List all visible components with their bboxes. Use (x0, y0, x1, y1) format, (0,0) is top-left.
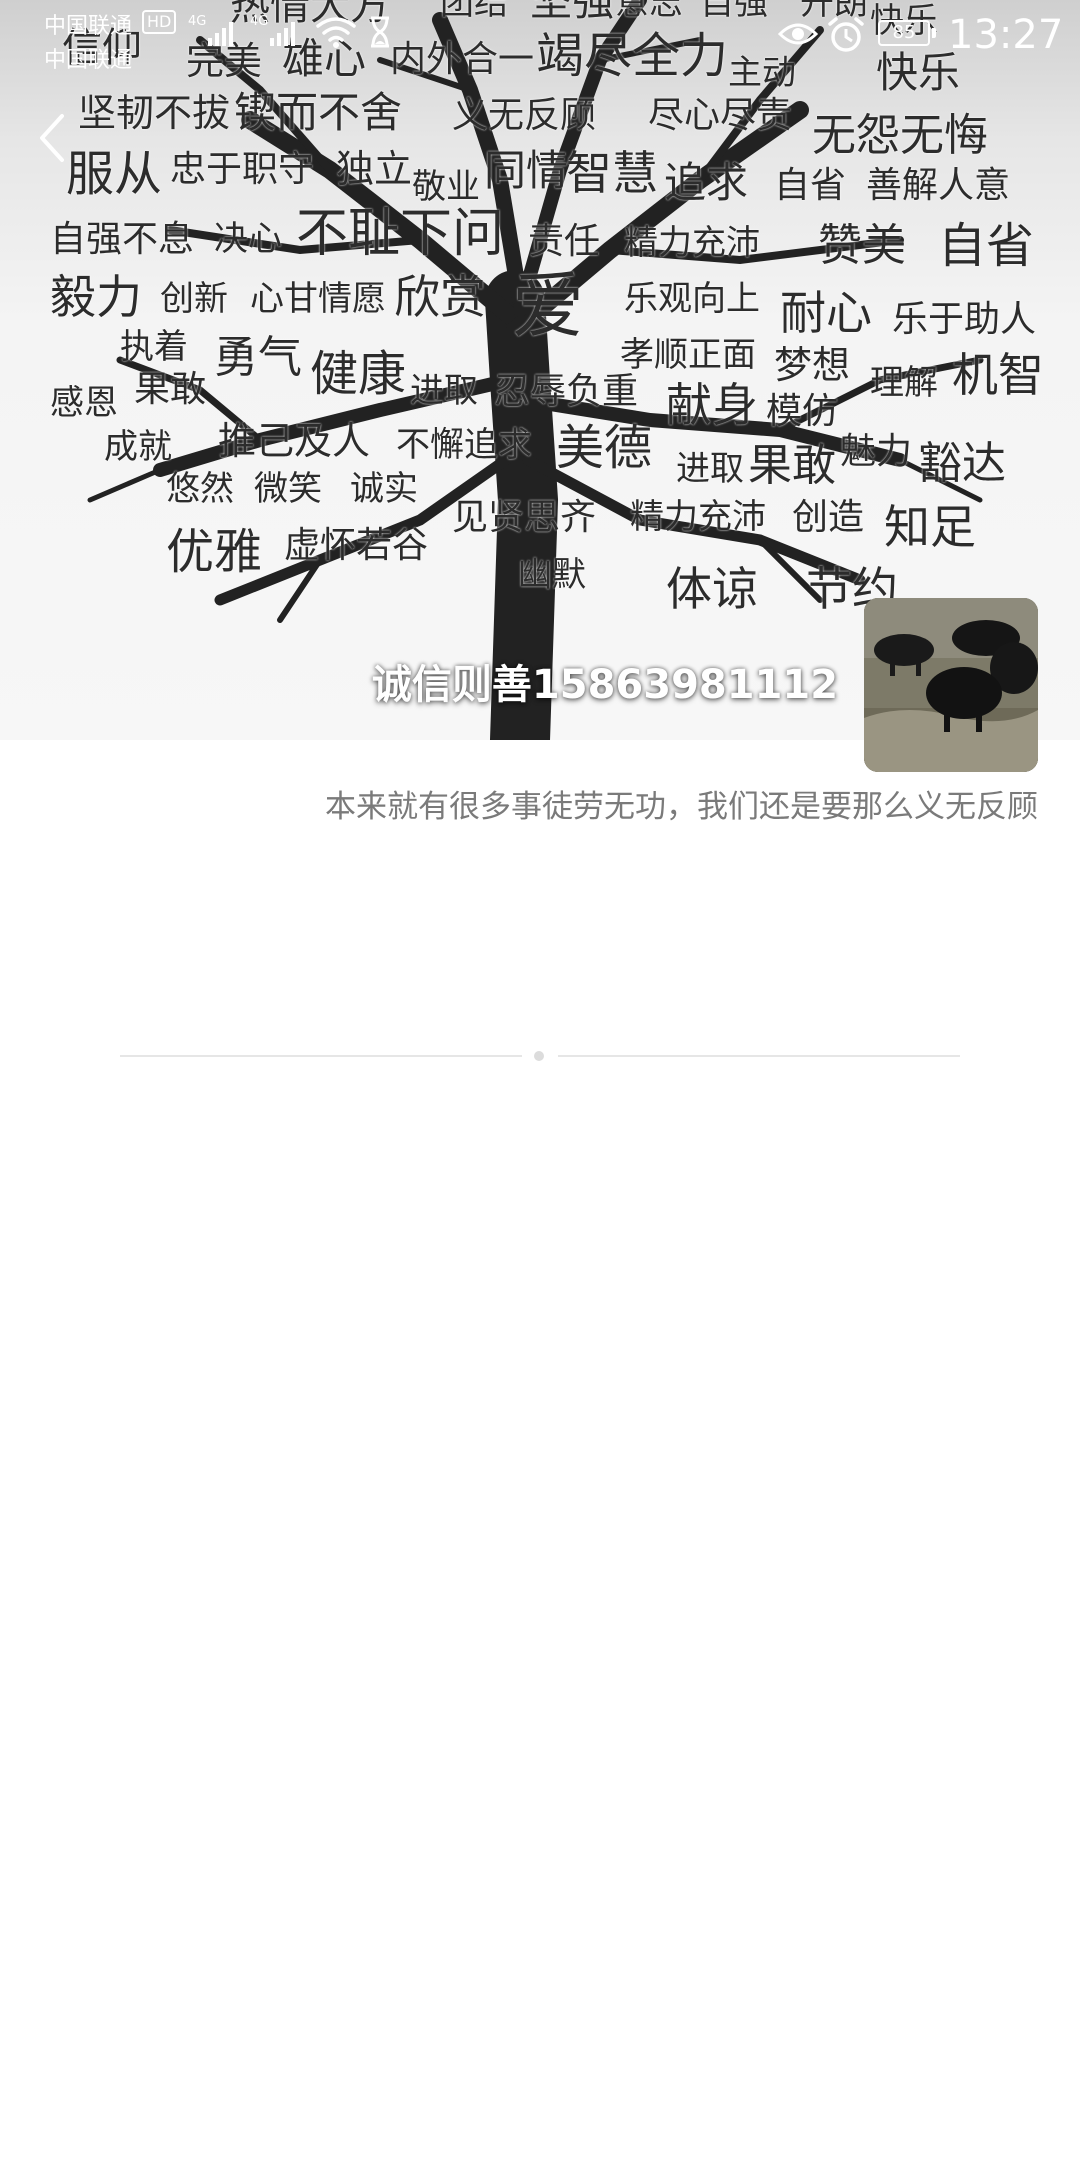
cover-word: 推己及人 (218, 419, 371, 463)
cover-word: 诚实 (350, 469, 418, 509)
cover-word: 毅力 (50, 270, 142, 324)
cover-word: 体谅 (666, 562, 758, 616)
cover-word: 乐于助人 (892, 299, 1037, 340)
cover-word: 尽心尽责 (648, 95, 793, 136)
cover-word: 微笑 (254, 469, 322, 509)
cover-word: 果敢 (134, 369, 207, 410)
cover-word: 感恩 (50, 383, 118, 423)
cover-word: 服从 (66, 146, 163, 202)
divider-line-left (120, 1055, 522, 1057)
cover-word: 敬业 (412, 167, 480, 207)
cover-word: 乐观向上 (624, 279, 760, 319)
hourglass-icon (371, 16, 389, 48)
cover-word: 同情 (484, 146, 569, 195)
cover-word: 魅力 (840, 431, 913, 472)
cover-word: 机智 (952, 348, 1044, 402)
alarm-icon (828, 17, 864, 52)
cover-word: 梦想 (774, 343, 851, 387)
cover-word: 创新 (160, 279, 228, 319)
status-time: 13:27 (948, 12, 1064, 58)
battery-level: 85 (892, 22, 916, 43)
cover-word: 心甘情愿 (250, 279, 386, 319)
cover-word: 善解人意 (866, 165, 1011, 206)
divider-dot (534, 1051, 544, 1061)
signal-icon (208, 20, 233, 46)
carrier-label-2: 中国联通 (44, 48, 133, 73)
cover-word: 责任 (528, 221, 601, 262)
wifi-icon (316, 17, 356, 48)
network-type-1: 4G (188, 14, 207, 29)
status-bar: 中国联通 HD 4G 中国联通 4G 85 13:27 (0, 0, 1080, 80)
cover-word: 模仿 (766, 391, 839, 432)
carrier-label-1: 中国联通 (44, 14, 133, 39)
cover-word: 理解 (870, 363, 938, 403)
cover-word: 知足 (884, 500, 976, 554)
cover-word: 进取 (410, 371, 478, 411)
cover-word: 忠于职守 (170, 149, 315, 190)
cover-word: 赞美 (818, 220, 906, 271)
cover-word: 忍辱负重 (494, 371, 639, 412)
cover-word: 锲而不舍 (234, 88, 403, 137)
cover-word: 幽默 (518, 555, 586, 595)
cover-word: 智慧 (566, 146, 658, 200)
divider-line-right (558, 1055, 960, 1057)
cover-word: 见贤思齐 (452, 497, 597, 538)
cover-word: 追求 (664, 158, 749, 207)
cover-word: 精力充沛 (624, 223, 760, 263)
cover-word: 健康 (310, 346, 407, 402)
cover-word: 成就 (104, 427, 172, 467)
signal-icon-2 (270, 20, 295, 46)
cover-word: 创造 (792, 497, 865, 538)
cover-word: 优雅 (166, 524, 263, 580)
cover-word: 爱 (512, 264, 585, 348)
cover-word: 欣赏 (394, 270, 486, 324)
cover-word: 自省 (774, 165, 847, 206)
cover-word: 精力充沛 (630, 497, 766, 537)
cover-word: 执着 (120, 327, 188, 367)
network-type-2: 4G (250, 14, 269, 29)
cover-word: 虚怀若谷 (284, 525, 429, 566)
cover-word: 果敢 (748, 440, 836, 491)
cover-word: 孝顺正面 (620, 335, 756, 375)
avatar[interactable] (864, 598, 1038, 772)
chevron-left-icon (40, 114, 64, 162)
cover-word: 无怨无悔 (812, 110, 988, 161)
cover-word: 决心 (214, 219, 282, 259)
profile-signature: 本来就有很多事徒劳无功，我们还是要那么义无反顾 (325, 789, 1038, 825)
cover-word: 悠然 (166, 469, 234, 509)
cover-word: 豁达 (918, 438, 1006, 489)
cover-word: 勇气 (214, 332, 302, 383)
cover-word: 独立 (336, 147, 413, 191)
cover-word: 美德 (556, 420, 653, 476)
battery-icon: 85 (878, 20, 930, 46)
section-divider (120, 1051, 960, 1061)
eye-comfort-icon (778, 23, 818, 45)
hd-badge: HD (142, 10, 177, 34)
back-button[interactable] (30, 108, 76, 168)
cover-word: 献身 (666, 378, 758, 432)
cover-word: 耐心 (780, 286, 872, 340)
cover-word: 坚韧不拔 (78, 91, 231, 135)
cover-word: 自省 (938, 218, 1035, 274)
battery-tip (932, 28, 936, 38)
cover-word: 进取 (676, 449, 744, 489)
cover-word: 自强不息 (50, 219, 195, 260)
cover-word: 不懈追求 (396, 425, 532, 465)
cover-word: 义无反顾 (452, 95, 597, 136)
avatar-image (864, 598, 1038, 772)
cover-word: 不耻下问 (296, 204, 505, 264)
profile-nickname: 诚信则善15863981112 (371, 662, 839, 708)
